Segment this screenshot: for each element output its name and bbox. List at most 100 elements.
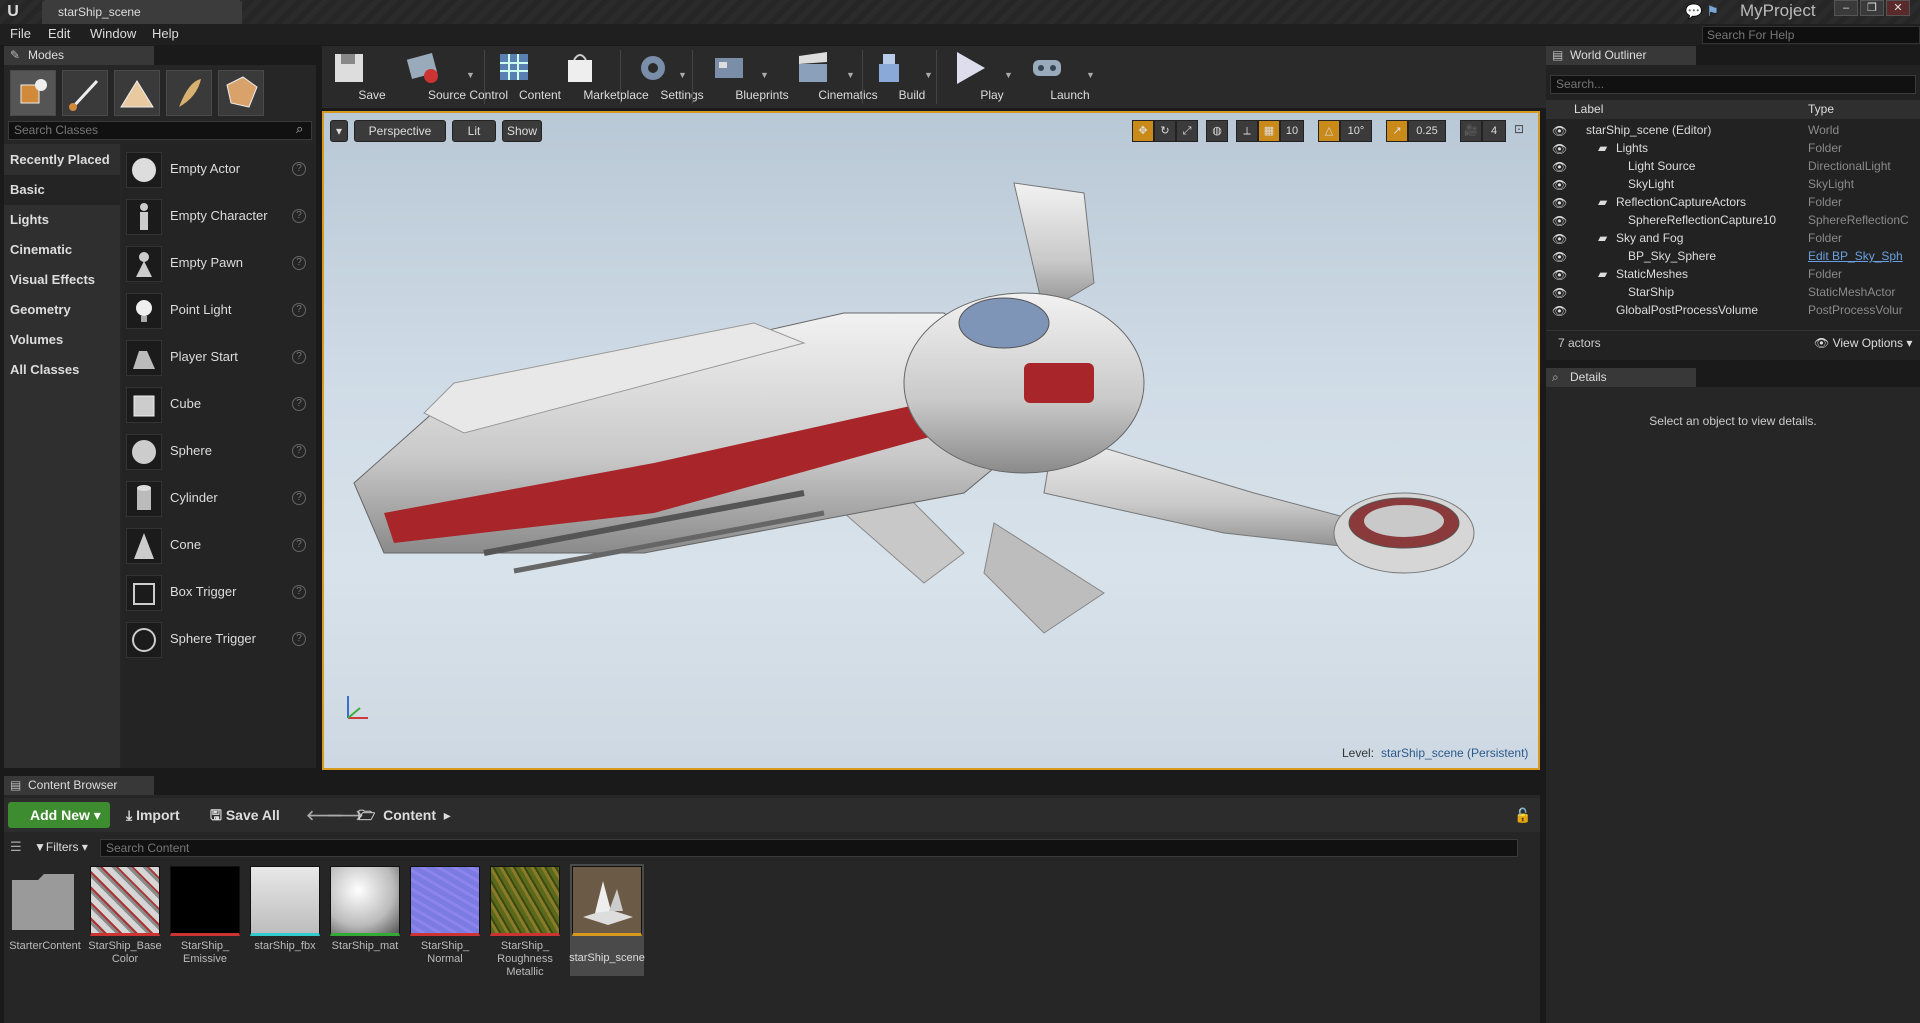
visibility-eye-icon[interactable]: 👁 [1552, 142, 1567, 156]
landscape-mode-button[interactable] [114, 70, 160, 116]
actor-box-trigger[interactable]: Box Trigger ? [126, 571, 316, 615]
build-button[interactable]: Build ▼ [866, 46, 933, 108]
source-control-button[interactable]: Source Control ▼ [378, 46, 508, 108]
help-icon[interactable]: ? [292, 397, 306, 411]
category-all-classes[interactable]: All Classes [4, 355, 120, 385]
actor-point-light[interactable]: Point Light ? [126, 289, 316, 333]
visibility-eye-icon[interactable]: 👁 [1552, 268, 1567, 282]
modes-tab[interactable]: ✎ Modes [4, 46, 154, 65]
visibility-eye-icon[interactable]: 👁 [1552, 160, 1567, 174]
maximize-viewport-icon[interactable]: ⊡ [1514, 122, 1524, 136]
world-outliner-tab[interactable]: ▤ World Outliner [1546, 46, 1696, 65]
help-icon[interactable]: ? [292, 209, 306, 223]
lock-icon[interactable]: 🔓 [1514, 802, 1531, 828]
outliner-row[interactable]: 👁 SkyLight SkyLight [1546, 175, 1912, 193]
translate-mode-icon[interactable]: ✥ [1132, 120, 1154, 142]
outliner-row[interactable]: 👁 SphereReflectionCapture10 SphereReflecti… [1546, 211, 1912, 229]
category-basic[interactable]: Basic [4, 175, 120, 205]
actor-empty-pawn[interactable]: Empty Pawn ? [126, 242, 316, 286]
help-icon[interactable]: ? [292, 303, 306, 317]
cinematics-button[interactable]: Cinematics ▼ [778, 46, 878, 108]
outliner-row[interactable]: 👁 StarShip StaticMeshActor [1546, 283, 1912, 301]
show-button[interactable]: Show [502, 120, 542, 142]
surface-snap-icon[interactable]: ⟂ [1236, 120, 1258, 142]
details-tab[interactable]: ⌕ Details [1546, 368, 1696, 387]
rotation-snap-value[interactable]: 10° [1340, 120, 1372, 142]
outliner-row[interactable]: 👁 GlobalPostProcessVolume PostProcessVolur [1546, 301, 1912, 319]
grid-snap-value[interactable]: 10 [1280, 120, 1304, 142]
visibility-eye-icon[interactable]: 👁 [1552, 304, 1567, 318]
visibility-eye-icon[interactable]: 👁 [1552, 286, 1567, 300]
launch-button[interactable]: Launch ▼ [1024, 46, 1095, 108]
visibility-eye-icon[interactable]: 👁 [1552, 250, 1567, 264]
blueprints-button[interactable]: Blueprints ▼ [696, 46, 789, 108]
actor-cube[interactable]: Cube ? [126, 383, 316, 427]
level-viewport[interactable] [322, 111, 1540, 770]
rotate-mode-icon[interactable]: ↻ [1154, 120, 1176, 142]
outliner-row[interactable]: 👁 ▰ Sky and Fog Folder [1546, 229, 1912, 247]
scale-snap-icon[interactable]: ↗ [1386, 120, 1408, 142]
category-cinematic[interactable]: Cinematic [4, 235, 120, 265]
help-icon[interactable]: ? [292, 256, 306, 270]
camera-speed-icon[interactable]: 🎥 [1460, 120, 1482, 142]
outliner-row[interactable]: 👁 ▰ Lights Folder [1546, 139, 1912, 157]
outliner-row[interactable]: 👁 BP_Sky_Sphere Edit BP_Sky_Sph [1546, 247, 1912, 265]
help-icon[interactable]: ? [292, 632, 306, 646]
save-all-button[interactable]: 🖫 Save All [210, 802, 280, 828]
settings-button[interactable]: Settings ▼ [624, 46, 704, 108]
actor-sphere-trigger[interactable]: Sphere Trigger ? [126, 618, 316, 662]
add-new-button[interactable]: Add New ▾ [8, 802, 110, 828]
viewport-options-button[interactable]: ▾ [330, 120, 348, 142]
geometry-mode-button[interactable] [218, 70, 264, 116]
sources-panel-icon[interactable]: ☰ [10, 839, 22, 855]
help-icon[interactable]: ? [292, 585, 306, 599]
lit-button[interactable]: Lit [452, 120, 496, 142]
help-search-input[interactable]: Search For Help [1702, 26, 1920, 44]
menu-help[interactable]: Help [152, 26, 179, 41]
search-classes-input[interactable]: Search Classes [8, 121, 312, 140]
help-icon[interactable]: ? [292, 350, 306, 364]
grid-snap-icon[interactable]: ▦ [1258, 120, 1280, 142]
content-browser-tab[interactable]: ▤ Content Browser [4, 776, 154, 795]
category-recently-placed[interactable]: Recently Placed [4, 145, 120, 175]
marketplace-button[interactable]: Marketplace [544, 46, 649, 108]
maximize-button[interactable]: ❐ [1860, 0, 1884, 16]
help-icon[interactable]: ? [292, 444, 306, 458]
category-lights[interactable]: Lights [4, 205, 120, 235]
menu-window[interactable]: Window [90, 26, 136, 41]
actor-empty-character[interactable]: Empty Character ? [126, 195, 316, 239]
visibility-eye-icon[interactable]: 👁 [1552, 124, 1567, 138]
menu-edit[interactable]: Edit [48, 26, 70, 41]
scale-snap-value[interactable]: 0.25 [1408, 120, 1446, 142]
outliner-row[interactable]: 👁 ▰ ReflectionCaptureActors Folder [1546, 193, 1912, 211]
help-icon[interactable]: ? [292, 162, 306, 176]
foliage-mode-button[interactable] [166, 70, 212, 116]
visibility-eye-icon[interactable]: 👁 [1552, 196, 1567, 210]
actor-cone[interactable]: Cone ? [126, 524, 316, 568]
help-icon[interactable]: ? [292, 538, 306, 552]
rotation-snap-icon[interactable]: △ [1318, 120, 1340, 142]
import-button[interactable]: ⤓ Import [126, 802, 180, 828]
save-button[interactable]: Save [326, 46, 386, 108]
outliner-search-input[interactable]: Search... [1550, 75, 1916, 94]
place-mode-button[interactable] [10, 70, 56, 116]
actor-cylinder[interactable]: Cylinder ? [126, 477, 316, 521]
outliner-row[interactable]: 👁 Light Source DirectionalLight [1546, 157, 1912, 175]
document-tab[interactable]: starShip_scene [42, 0, 242, 24]
visibility-eye-icon[interactable]: 👁 [1552, 178, 1567, 192]
category-geometry[interactable]: Geometry [4, 295, 120, 325]
visibility-eye-icon[interactable]: 👁 [1552, 214, 1567, 228]
menu-file[interactable]: File [10, 26, 31, 41]
close-button[interactable]: ✕ [1886, 0, 1910, 16]
outliner-row[interactable]: 👁 ▰ StaticMeshes Folder [1546, 265, 1912, 283]
visibility-eye-icon[interactable]: 👁 [1552, 232, 1567, 246]
help-icon[interactable]: ? [292, 491, 306, 505]
minimize-button[interactable]: – [1834, 0, 1858, 16]
asset-level[interactable]: starShip_scene [569, 864, 645, 976]
paint-mode-button[interactable] [62, 70, 108, 116]
camera-speed-value[interactable]: 4 [1482, 120, 1506, 142]
category-visual-effects[interactable]: Visual Effects [4, 265, 120, 295]
content-button[interactable]: Content [488, 46, 561, 108]
search-content-input[interactable]: Search Content [100, 839, 1518, 857]
scale-mode-icon[interactable]: ⤢ [1176, 120, 1198, 142]
